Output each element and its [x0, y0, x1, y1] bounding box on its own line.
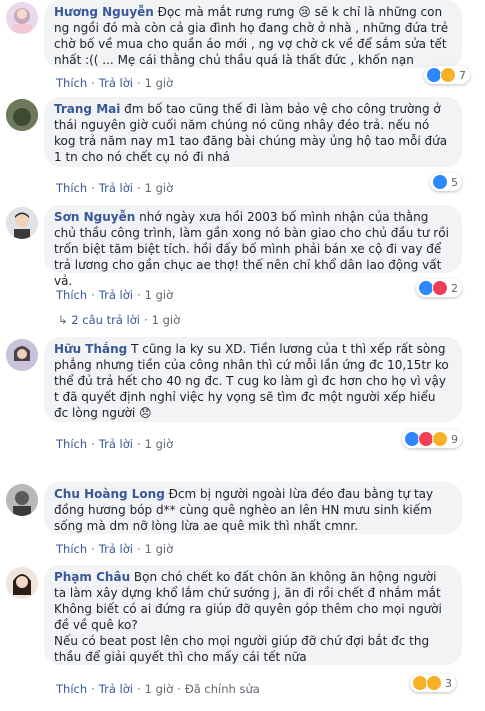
reply-link[interactable]: Trả lời	[99, 682, 133, 696]
comment-actions: Thích · Trả lời · 1 giờ	[56, 288, 174, 302]
comment-bubble: Trang Mai đm bố tao cũng thế đi làm bảo …	[44, 97, 462, 167]
comment-actions: Thích · Trả lời · 1 giờ	[56, 542, 174, 556]
comment-actions: Thích · Trả lời · 1 giờ · Đã chỉnh sửa	[56, 682, 260, 696]
haha-icon	[426, 675, 442, 691]
like-link[interactable]: Thích	[56, 181, 87, 195]
avatar[interactable]	[6, 99, 38, 131]
avatar[interactable]	[6, 567, 38, 599]
avatar[interactable]	[6, 207, 38, 239]
haha-icon	[440, 67, 456, 83]
like-link[interactable]: Thích	[56, 542, 87, 556]
like-link[interactable]: Thích	[56, 682, 87, 696]
reaction-count: 3	[445, 676, 452, 690]
reaction-count: 9	[451, 432, 458, 446]
reaction-summary[interactable]: 3	[410, 674, 456, 692]
timestamp[interactable]: 1 giờ	[145, 288, 174, 302]
love-icon	[432, 280, 448, 296]
timestamp[interactable]: 1 giờ	[145, 76, 174, 90]
comment-text-2: Nếu có beat post lên cho mọi người giúp …	[54, 634, 430, 664]
wow-icon	[432, 431, 448, 447]
timestamp[interactable]: 1 giờ	[145, 437, 174, 451]
comment-bubble: Phạm Châu Bọn chó chết ko đất chôn ăn kh…	[44, 565, 462, 665]
comment-author[interactable]: Phạm Châu	[54, 570, 130, 584]
reply-link[interactable]: Trả lời	[99, 181, 133, 195]
comment-author[interactable]: Hữu Thắng	[54, 342, 127, 356]
timestamp[interactable]: 1 giờ	[145, 181, 174, 195]
comment-actions: Thích · Trả lời · 1 giờ	[56, 181, 174, 195]
reply-link[interactable]: Trả lời	[99, 288, 133, 302]
timestamp[interactable]: 1 giờ	[145, 682, 174, 696]
like-link[interactable]: Thích	[56, 437, 87, 451]
comment-author[interactable]: Hương Nguyễn	[54, 5, 154, 19]
avatar[interactable]	[6, 339, 38, 371]
comment-bubble: Sơn Nguyễn nhớ ngày xưa hồi 2003 bố mình…	[44, 205, 462, 288]
replies-count[interactable]: 2 câu trả lời	[71, 313, 140, 327]
like-link[interactable]: Thích	[56, 288, 87, 302]
like-icon	[432, 174, 448, 190]
reply-link[interactable]: Trả lời	[99, 542, 133, 556]
comment-author[interactable]: Chu Hoàng Long	[54, 487, 165, 501]
comment-author[interactable]: Trang Mai	[54, 102, 120, 116]
reaction-count: 2	[451, 281, 458, 295]
comment-bubble: Chu Hoàng Long Đcm bị người ngoài lừa đé…	[44, 482, 462, 534]
like-link[interactable]: Thích	[56, 76, 87, 90]
reply-arrow-icon: ↳	[58, 313, 72, 327]
comment-bubble: Hương Nguyễn Đọc mà mắt rưng rưng 😢 sẽ k…	[44, 0, 462, 68]
reaction-count: 7	[459, 68, 466, 82]
reaction-count: 5	[451, 175, 458, 189]
comment-author[interactable]: Sơn Nguyễn	[54, 210, 135, 224]
comment-bubble: Hữu Thắng T cũng la ky su XD. Tiền lương…	[44, 337, 462, 422]
reaction-summary[interactable]: 7	[424, 66, 470, 84]
reply-link[interactable]: Trả lời	[99, 76, 133, 90]
reaction-summary[interactable]: 9	[402, 430, 462, 448]
avatar[interactable]	[6, 2, 38, 34]
replies-time: 1 giờ	[151, 313, 181, 327]
comment-actions: Thích · Trả lời · 1 giờ	[56, 76, 174, 90]
avatar[interactable]	[6, 484, 38, 516]
timestamp[interactable]: 1 giờ	[145, 542, 174, 556]
reply-link[interactable]: Trả lời	[99, 437, 133, 451]
reaction-summary[interactable]: 2	[416, 279, 462, 297]
reaction-summary[interactable]: 5	[430, 173, 462, 191]
edited-label[interactable]: Đã chỉnh sửa	[185, 682, 260, 696]
view-replies[interactable]: ↳ 2 câu trả lời · 1 giờ	[58, 313, 180, 327]
comment-actions: Thích · Trả lời · 1 giờ	[56, 437, 174, 451]
